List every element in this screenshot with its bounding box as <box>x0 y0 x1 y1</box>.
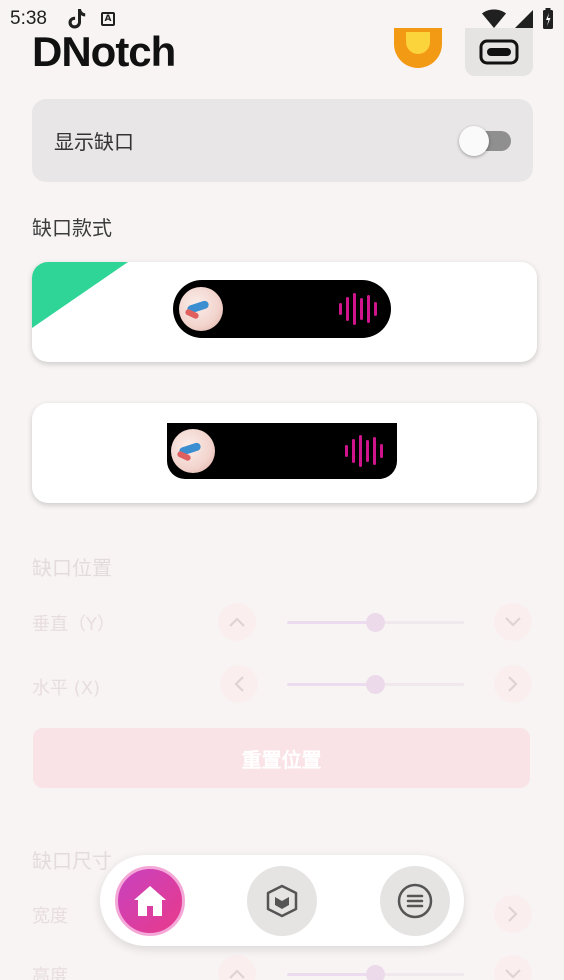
height-slider[interactable] <box>287 965 464 980</box>
app-title: DNotch <box>32 28 176 75</box>
chevron-down-icon-2 <box>505 969 521 979</box>
vertical-slider[interactable] <box>287 613 464 632</box>
audio-wave-icon <box>339 293 377 325</box>
vertical-up-button[interactable] <box>218 603 256 641</box>
horizontal-slider-fill <box>287 683 376 686</box>
horizontal-label: 水平 (X) <box>32 678 101 699</box>
home-icon <box>134 886 166 916</box>
height-up-button[interactable] <box>218 955 256 980</box>
nav-home-button[interactable] <box>115 866 185 936</box>
height-down-button[interactable] <box>494 955 532 980</box>
horizontal-right-button[interactable] <box>494 665 532 703</box>
notch-size-title: 缺口尺寸 <box>32 849 112 873</box>
selected-flag <box>32 262 128 328</box>
notch-style-title: 缺口款式 <box>32 216 112 240</box>
nav-menu-button[interactable] <box>380 866 450 936</box>
switch-thumb <box>459 125 489 156</box>
style-option-flat[interactable] <box>32 403 537 503</box>
vertical-down-button[interactable] <box>494 603 532 641</box>
chevron-down-icon <box>505 617 521 627</box>
height-slider-knob[interactable] <box>365 965 385 980</box>
bottom-navigation <box>100 855 464 946</box>
audio-wave-icon-2 <box>345 435 383 467</box>
album-art-icon <box>179 287 223 331</box>
chevron-up-icon-2 <box>229 969 245 979</box>
vertical-slider-fill <box>287 621 376 624</box>
vertical-slider-knob[interactable] <box>365 613 385 632</box>
chevron-right-icon <box>508 676 518 692</box>
show-notch-switch[interactable] <box>459 125 511 156</box>
battery-icon <box>543 8 553 29</box>
width-label: 宽度 <box>32 906 68 927</box>
chevron-up-icon <box>229 617 245 627</box>
height-slider-fill <box>287 973 376 976</box>
cube-icon <box>266 884 298 918</box>
height-label: 高度 <box>32 966 68 980</box>
horizontal-slider[interactable] <box>287 675 464 694</box>
flat-notch-preview <box>167 423 397 479</box>
show-notch-card[interactable]: 显示缺口 <box>32 99 533 182</box>
show-notch-label: 显示缺口 <box>54 130 134 154</box>
album-art-icon-2 <box>171 429 215 473</box>
app-header: DNotch <box>32 20 533 76</box>
vertical-label: 垂直（Y） <box>32 614 115 635</box>
horizontal-slider-knob[interactable] <box>365 675 385 694</box>
width-increase-button[interactable] <box>494 895 532 933</box>
nav-cube-button[interactable] <box>247 866 317 936</box>
reset-position-button[interactable]: 重置位置 <box>33 728 530 788</box>
horizontal-left-button[interactable] <box>220 665 258 703</box>
notch-preview-button[interactable] <box>465 28 533 76</box>
device-icon <box>479 39 519 65</box>
coin-icon[interactable] <box>394 28 442 68</box>
notch-position-title: 缺口位置 <box>32 556 112 580</box>
style-option-rounded[interactable] <box>32 262 537 362</box>
menu-icon <box>397 883 433 919</box>
rounded-notch-preview <box>173 280 391 338</box>
chevron-left-icon <box>234 676 244 692</box>
chevron-right-icon-2 <box>508 906 518 922</box>
